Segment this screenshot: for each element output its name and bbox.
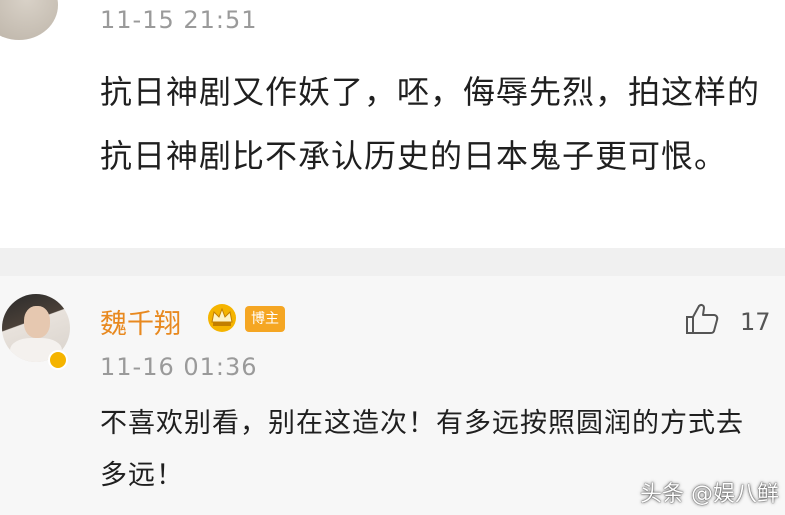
comment-item: 11-15 21:51 抗日神剧又作妖了，呸，侮辱先烈，拍这样的抗日神剧比不承认… [0, 0, 785, 248]
comment-timestamp: 11-16 01:36 [100, 353, 258, 381]
comment-text: 抗日神剧又作妖了，呸，侮辱先烈，拍这样的抗日神剧比不承认历史的日本鬼子更可恨。 [100, 73, 761, 175]
avatar[interactable] [0, 0, 58, 40]
watermark: 头条 @娱八鲜 [640, 482, 779, 507]
thumbs-up-icon[interactable] [684, 302, 720, 336]
like-count: 17 [740, 308, 771, 336]
comment-timestamp: 11-15 21:51 [100, 6, 258, 34]
author-name[interactable]: 魏千翔 [100, 302, 181, 341]
divider [0, 248, 785, 276]
author-badge: 博主 [245, 306, 285, 332]
verified-badge-icon [48, 350, 68, 370]
crown-icon [208, 304, 236, 332]
